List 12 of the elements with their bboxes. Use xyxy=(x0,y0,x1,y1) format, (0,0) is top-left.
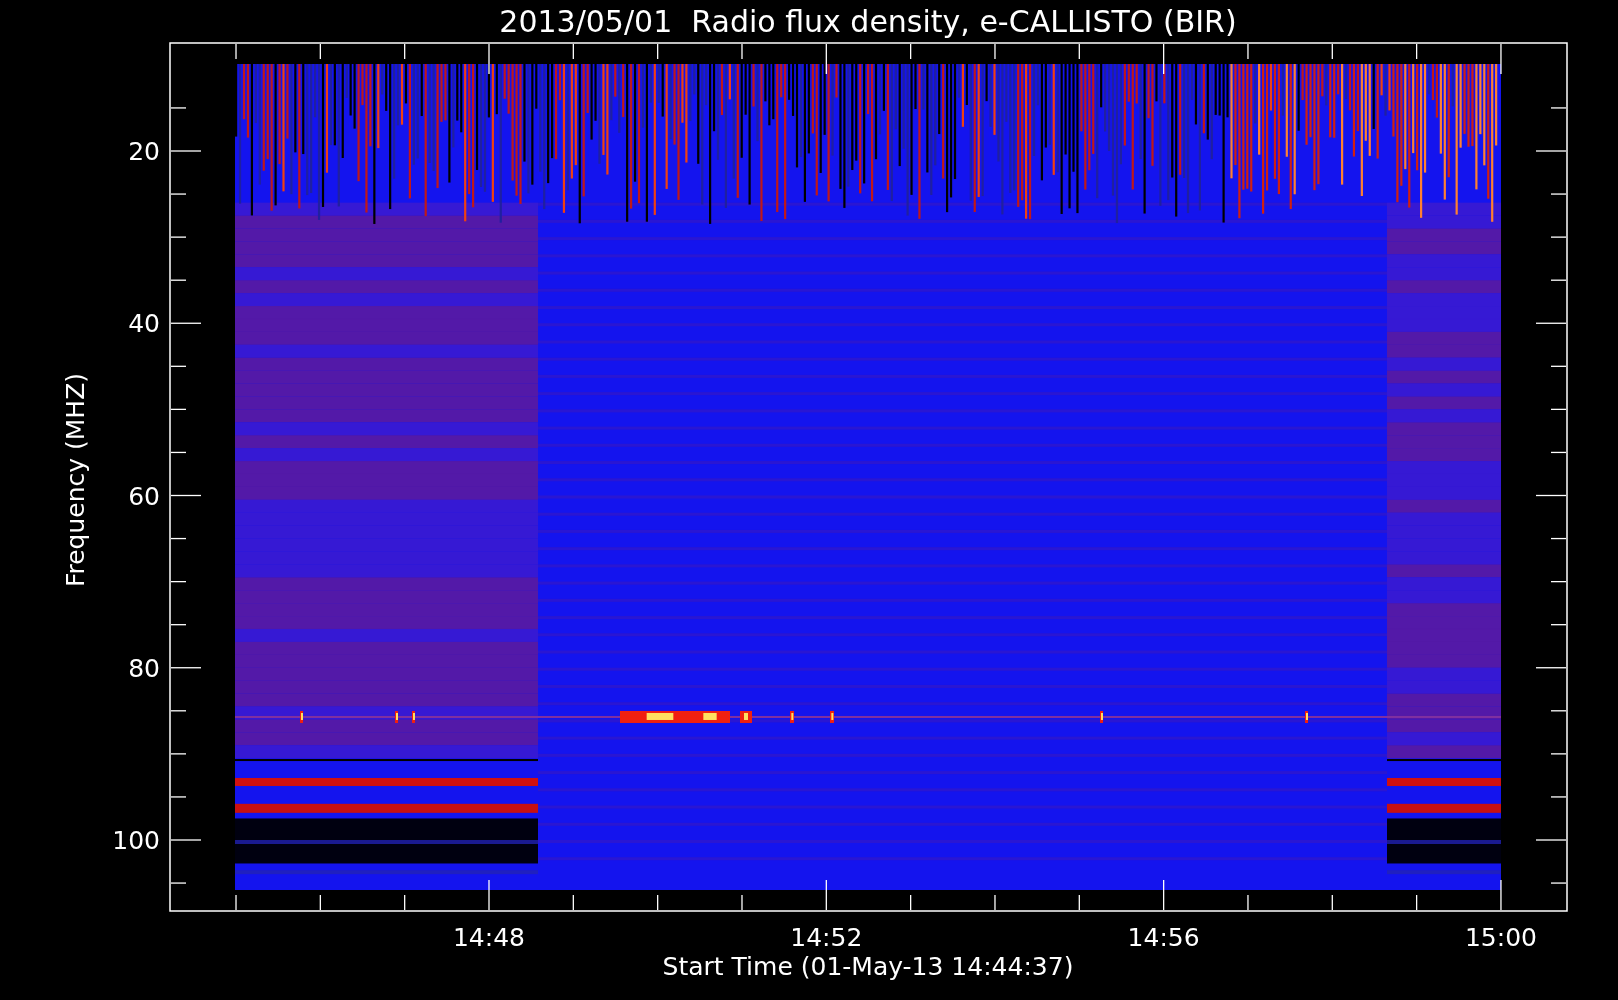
x-tick-label: 14:56 xyxy=(1127,923,1200,952)
y-tick-label: 100 xyxy=(112,826,160,855)
x-tick-label: 15:00 xyxy=(1464,923,1537,952)
y-tick-label: 20 xyxy=(128,137,160,166)
x-axis-title: Start Time (01-May-13 14:44:37) xyxy=(662,952,1074,981)
y-tick-label: 80 xyxy=(128,653,160,683)
chart-title: 2013/05/01 Radio flux density, e-CALLISTO (BIR) xyxy=(499,4,1237,39)
x-tick-label: 14:48 xyxy=(453,923,525,952)
y-axis-title: Frequency (MHZ) xyxy=(61,372,90,588)
y-tick-label: 60 xyxy=(128,481,160,511)
x-tick-label: 14:52 xyxy=(790,923,863,952)
y-tick-label: 40 xyxy=(128,309,160,339)
